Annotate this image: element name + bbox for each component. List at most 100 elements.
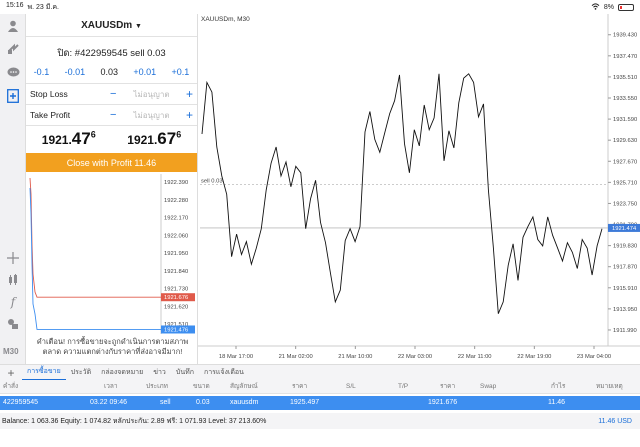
lot-stepper: -0.1 -0.01 0.03 +0.01 +0.1 xyxy=(26,67,197,77)
ask-tick-line xyxy=(29,177,161,298)
function-icon[interactable]: f xyxy=(5,294,21,310)
tick-y-label: 1921.620 xyxy=(164,304,188,310)
take-profit-label: Take Profit xyxy=(30,110,71,120)
lot-plus-0.1[interactable]: +0.1 xyxy=(172,67,190,77)
y-tick-label: 1931.590 xyxy=(613,117,637,123)
account-icon[interactable] xyxy=(5,18,21,34)
take-profit-row: Take Profit − ไม่อนุญาต + xyxy=(30,108,193,122)
tick-chart: 1922.390 1922.280 1922.170 1922.060 1921.950… xyxy=(29,174,195,334)
total-profit: 11.46 USD xyxy=(598,417,632,425)
y-tick-label: 1939.430 xyxy=(613,33,637,39)
tick-y-label: 1922.280 xyxy=(164,198,188,204)
stop-loss-row: Stop Loss − ไม่อนุญาต + xyxy=(30,87,193,101)
x-tick-label: 23 Mar 04:00 xyxy=(577,354,611,360)
lot-value[interactable]: 0.03 xyxy=(100,67,118,77)
y-tick-label: 1937.470 xyxy=(613,54,637,60)
balance-text: Balance: 1 063.36 Equity: 1 074.82 หลักป… xyxy=(2,417,267,425)
new-order-icon[interactable] xyxy=(5,88,21,104)
tab-news[interactable]: ข่าว xyxy=(148,365,171,381)
col-symbol: สัญลักษณ์ xyxy=(230,383,258,390)
left-toolbar: f M30 xyxy=(0,14,26,364)
y-tick-label: 1923.750 xyxy=(613,201,637,207)
take-profit-minus-button[interactable]: − xyxy=(110,109,122,121)
x-tick-label: 22 Mar 11:00 xyxy=(458,354,492,360)
tick-y-label: 1922.060 xyxy=(164,233,188,239)
col-order: คำสั่ง xyxy=(3,383,19,390)
divider xyxy=(26,36,197,37)
chevron-down-icon: ▼ xyxy=(134,23,142,30)
add-icon[interactable]: + xyxy=(0,366,22,380)
tick-y-label: 1922.390 xyxy=(164,180,188,186)
symbol-name: XAUUSDm xyxy=(81,20,133,31)
bid-price: 1921.476 xyxy=(41,129,96,148)
divider xyxy=(26,125,197,126)
y-tick-label: 1917.870 xyxy=(613,265,637,271)
status-time: 15:16 xyxy=(6,1,24,9)
tick-y-label: 1921.950 xyxy=(164,251,188,257)
chart-title: XAUUSDm, M30 xyxy=(201,16,250,23)
ask-price: 1921.676 xyxy=(127,129,182,148)
col-type: ประเภท xyxy=(146,383,168,390)
col-time: เวลา xyxy=(104,383,118,390)
lot-minus-0.01[interactable]: -0.01 xyxy=(65,67,86,77)
col-comment: หมายเหตุ xyxy=(596,383,623,390)
lot-minus-0.1[interactable]: -0.1 xyxy=(34,67,50,77)
symbol-selector[interactable]: XAUUSDm ▼ xyxy=(26,20,197,31)
status-bar: 15:16 พ. 23 มี.ค. 8% xyxy=(0,0,640,14)
status-date: พ. 23 มี.ค. xyxy=(27,3,59,11)
divider xyxy=(26,83,197,84)
mt5-terminal: 15:16 พ. 23 มี.ค. 8% f M30 XAUUSDm ▼ ปิด… xyxy=(0,0,640,447)
tab-alerts[interactable]: การแจ้งเตือน xyxy=(199,365,249,381)
y-tick-label: 1919.830 xyxy=(613,244,637,250)
x-tick-label: 18 Mar 17:00 xyxy=(219,354,253,360)
stop-loss-value[interactable]: ไม่อนุญาต xyxy=(122,88,181,101)
price-chart-canvas: 1939.430 1937.470 1935.510 1933.550 1931.590… xyxy=(198,14,640,360)
x-tick-label: 22 Mar 03:00 xyxy=(398,354,432,360)
x-tick-label: 21 Mar 02:00 xyxy=(279,354,313,360)
divider xyxy=(26,104,197,105)
tab-mailbox[interactable]: กล่องจดหมาย xyxy=(96,365,148,381)
order-panel: XAUUSDm ▼ ปิด: #422959545 sell 0.03 -0.1… xyxy=(26,14,197,364)
tick-y-label: 1921.730 xyxy=(164,287,188,293)
lot-plus-0.01[interactable]: +0.01 xyxy=(133,67,156,77)
y-tick-label: 1935.510 xyxy=(613,75,637,81)
trade-arrows-icon[interactable] xyxy=(5,40,21,56)
y-tick-label: 1911.990 xyxy=(613,328,637,334)
stop-loss-plus-button[interactable]: + xyxy=(181,87,193,101)
tick-y-label: 1922.170 xyxy=(164,216,188,222)
chat-icon[interactable] xyxy=(5,64,21,80)
ask-badge-label: 1921.676 xyxy=(164,295,188,301)
table-row[interactable]: 422959545 03.22 09:46 sell 0.03 xauusdm … xyxy=(0,396,640,410)
close-position-label: ปิด: #422959545 sell 0.03 xyxy=(57,48,166,59)
quote-prices: 1921.476 1921.676 xyxy=(26,129,197,149)
tick-y-label: 1921.840 xyxy=(164,269,188,275)
col-current-price: ราคา xyxy=(440,383,456,390)
y-tick-label: 1929.630 xyxy=(613,138,637,144)
stop-loss-minus-button[interactable]: − xyxy=(110,88,122,100)
timeframe-label[interactable]: M30 xyxy=(3,347,19,356)
close-with-profit-button[interactable]: Close with Profit 11.46 xyxy=(26,153,197,172)
battery-icon xyxy=(618,3,634,11)
col-swap: Swap xyxy=(480,383,497,390)
col-tp: T/P xyxy=(398,383,409,390)
col-sl: S/L xyxy=(346,383,356,390)
col-size: ขนาด xyxy=(193,383,210,390)
take-profit-plus-button[interactable]: + xyxy=(181,108,193,122)
market-warning: คำเตือน! การซื้อขายจะถูกดำเนินการตามสภาพ… xyxy=(36,337,189,356)
tab-journal[interactable]: บันทึก xyxy=(171,365,199,381)
take-profit-value[interactable]: ไม่อนุญาต xyxy=(122,109,181,122)
objects-icon[interactable] xyxy=(5,316,21,332)
x-tick-label: 22 Mar 19:00 xyxy=(517,354,551,360)
price-chart[interactable]: 1939.430 1937.470 1935.510 1933.550 1931.590… xyxy=(197,14,640,364)
indicators-icon[interactable] xyxy=(5,272,21,288)
sell-order-label: sell 0.03 xyxy=(201,179,223,185)
wifi-icon xyxy=(591,2,600,12)
crosshair-icon[interactable] xyxy=(5,250,21,266)
tab-history[interactable]: ประวัติ xyxy=(66,365,96,381)
bid-badge-label: 1921.476 xyxy=(164,327,188,333)
toolbox-tabs: + การซื้อขาย ประวัติ กล่องจดหมาย ข่าว บั… xyxy=(0,364,640,381)
current-price-label: 1921.474 xyxy=(612,226,637,232)
tab-trade[interactable]: การซื้อขาย xyxy=(22,365,66,381)
stop-loss-label: Stop Loss xyxy=(30,89,68,99)
y-tick-label: 1925.710 xyxy=(613,180,637,186)
